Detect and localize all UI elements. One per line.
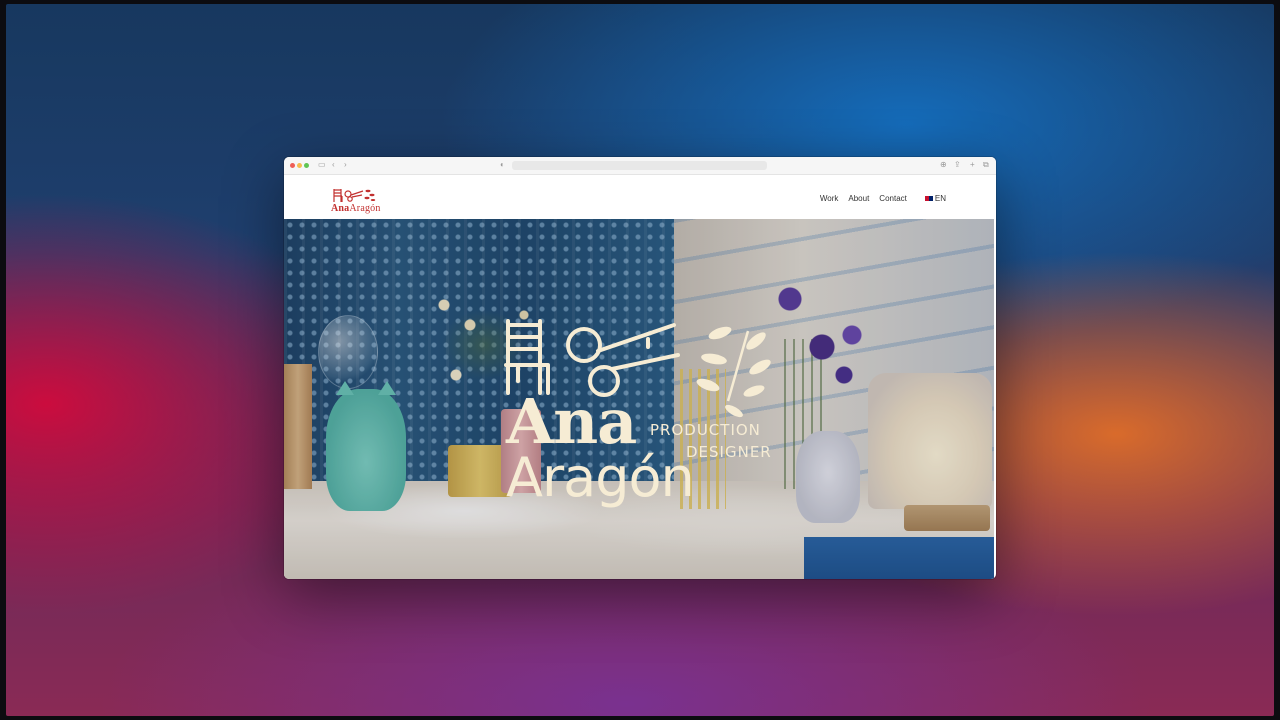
language-label: EN xyxy=(934,194,946,203)
address-bar[interactable] xyxy=(512,161,767,170)
maximize-window-button[interactable] xyxy=(304,163,309,168)
site-header: AnaAragón Work About Contact EN xyxy=(284,175,996,219)
scissors-icon xyxy=(344,190,364,202)
main-nav: Work About Contact EN xyxy=(810,194,946,203)
browser-toolbar: ▭ ‹ › ◐ ⊕ ⇪ + ⧉ xyxy=(284,157,996,175)
uk-flag-icon xyxy=(924,196,933,201)
logo-wordmark[interactable]: AnaAragón xyxy=(331,203,381,214)
share-icon[interactable]: ⇪ xyxy=(954,160,961,170)
new-tab-icon[interactable]: + xyxy=(970,160,975,170)
chair-icon xyxy=(333,189,343,202)
leaves-icon xyxy=(364,189,376,201)
nav-item-work[interactable]: Work xyxy=(820,194,839,203)
download-icon[interactable]: ⊕ xyxy=(940,160,947,170)
hero-role-line-2: DESIGNER xyxy=(686,443,772,461)
minimize-window-button[interactable] xyxy=(297,163,302,168)
chair-icon xyxy=(504,319,550,395)
language-switcher[interactable]: EN xyxy=(924,194,946,203)
back-icon[interactable]: ‹ xyxy=(332,160,335,170)
hero-name: Ana xyxy=(506,385,637,458)
hero-role-line-1: PRODUCTION xyxy=(650,421,761,439)
forward-icon[interactable]: › xyxy=(344,160,347,170)
tabs-overview-icon[interactable]: ⧉ xyxy=(983,160,989,170)
privacy-icon[interactable]: ◐ xyxy=(500,160,505,170)
hero-section: Ana Aragón PRODUCTION DESIGNER xyxy=(284,219,994,579)
nav-item-contact[interactable]: Contact xyxy=(879,194,907,203)
sidebar-icon[interactable]: ▭ xyxy=(318,160,326,170)
close-window-button[interactable] xyxy=(290,163,295,168)
nav-item-about[interactable]: About xyxy=(848,194,869,203)
logo-name: Ana xyxy=(331,203,350,214)
browser-window: ▭ ‹ › ◐ ⊕ ⇪ + ⧉ AnaAragón Work About Con… xyxy=(284,157,996,579)
leaves-icon xyxy=(696,326,771,418)
logo-surname: Aragón xyxy=(349,203,381,214)
hero-surname: Aragón xyxy=(506,446,695,509)
